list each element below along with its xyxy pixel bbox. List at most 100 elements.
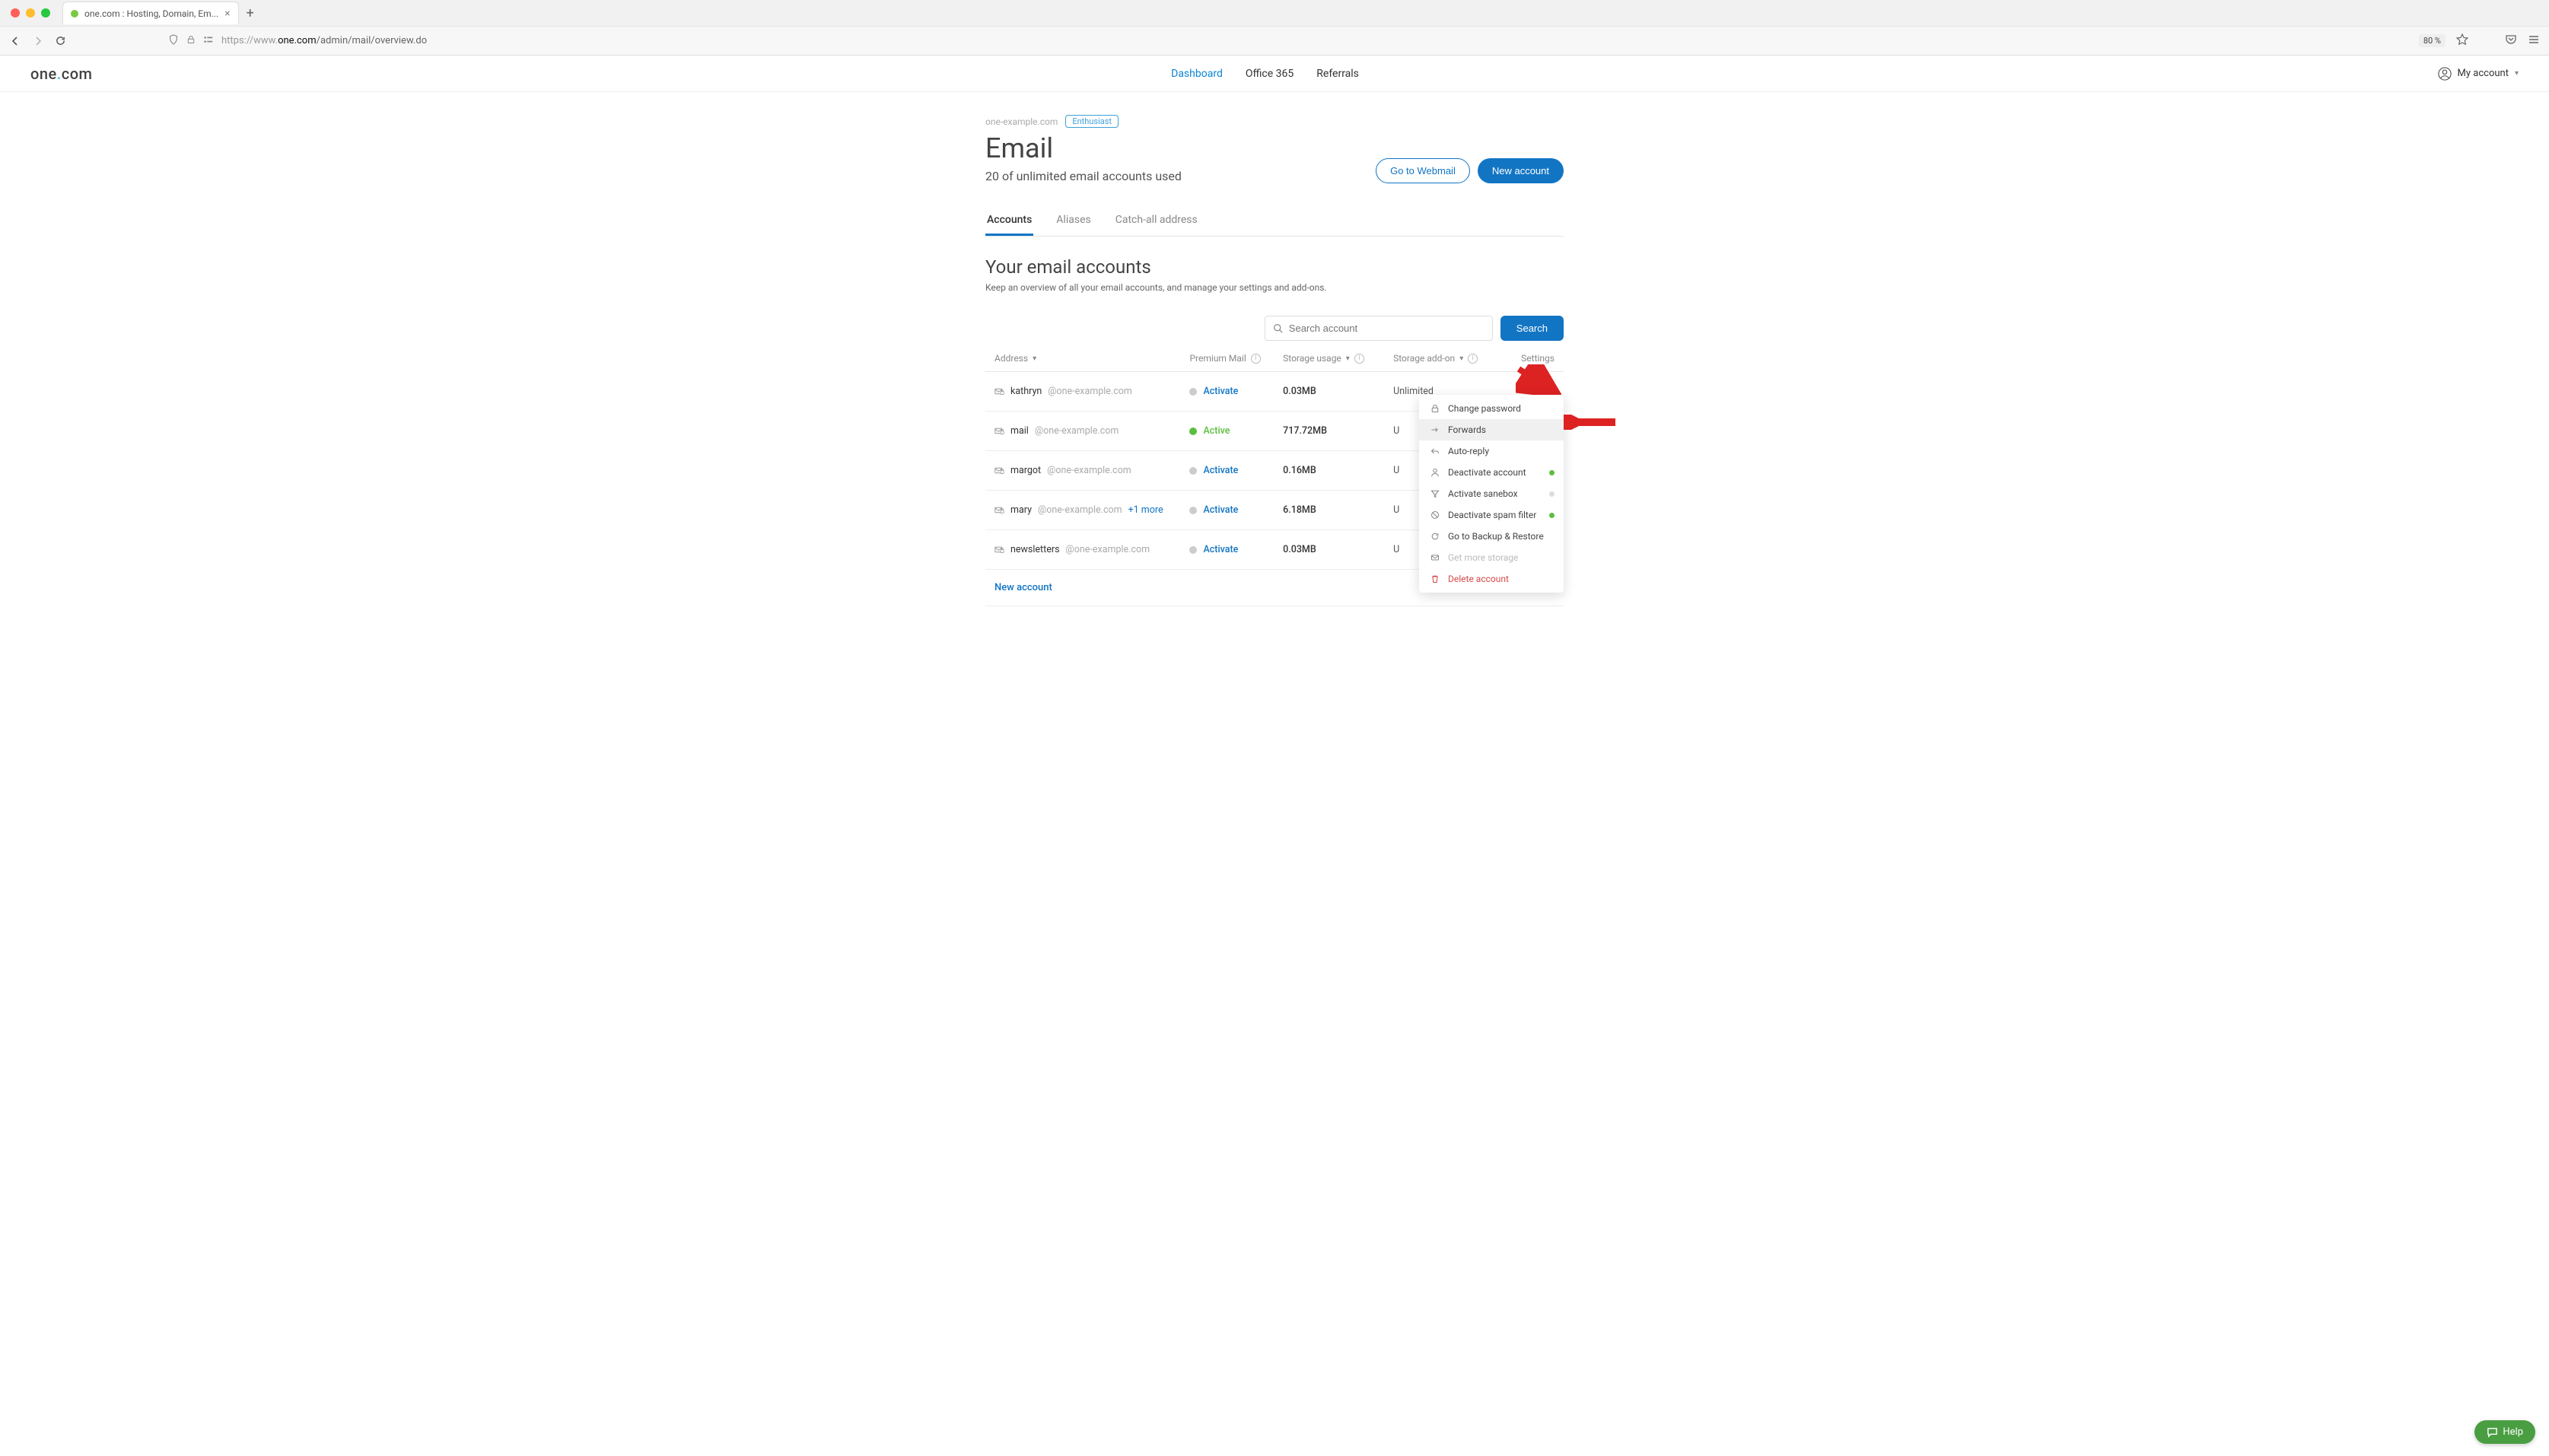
address-cell: mail@one-example.com bbox=[994, 425, 1189, 437]
chat-icon bbox=[2487, 1426, 2498, 1438]
pocket-icon[interactable] bbox=[2505, 33, 2517, 49]
main-nav: Dashboard Office 365 Referrals bbox=[1171, 68, 1359, 80]
back-button[interactable] bbox=[9, 35, 21, 47]
search-input[interactable] bbox=[1289, 323, 1485, 334]
maximize-window-button[interactable] bbox=[41, 8, 50, 17]
premium-label: Active bbox=[1203, 425, 1230, 437]
menu-icon[interactable] bbox=[2528, 33, 2540, 49]
nav-office365[interactable]: Office 365 bbox=[1246, 68, 1294, 80]
premium-label: Activate bbox=[1203, 386, 1238, 397]
chevron-down-icon: ▾ bbox=[1459, 354, 1463, 363]
usage-cell: 6.18MB bbox=[1283, 504, 1393, 516]
tab-aliases[interactable]: Aliases bbox=[1055, 206, 1092, 236]
block-icon bbox=[1430, 510, 1440, 520]
logo-text-post: com bbox=[62, 65, 93, 83]
dd-activate-sanebox[interactable]: Activate sanebox bbox=[1419, 483, 1564, 504]
domain-name: one-example.com bbox=[985, 116, 1058, 127]
close-window-button[interactable] bbox=[11, 8, 20, 17]
mail-lock-icon bbox=[994, 505, 1004, 515]
nav-referrals[interactable]: Referrals bbox=[1316, 68, 1359, 80]
dd-delete-account[interactable]: Delete account bbox=[1419, 568, 1564, 590]
page-title: Email bbox=[985, 132, 1182, 164]
address-domain: @one-example.com bbox=[1047, 465, 1131, 476]
dd-deactivate-spam[interactable]: Deactivate spam filter bbox=[1419, 504, 1564, 526]
status-dot bbox=[1189, 428, 1197, 435]
logo-text-pre: one bbox=[30, 65, 57, 83]
nav-dashboard[interactable]: Dashboard bbox=[1171, 68, 1223, 80]
premium-cell[interactable]: Active bbox=[1189, 425, 1283, 437]
dd-backup-restore[interactable]: Go to Backup & Restore bbox=[1419, 526, 1564, 547]
browser-chrome: one.com : Hosting, Domain, Em... × + htt… bbox=[0, 0, 2549, 56]
tab-catchall[interactable]: Catch-all address bbox=[1114, 206, 1199, 236]
premium-cell[interactable]: Activate bbox=[1189, 386, 1283, 397]
dd-get-storage: Get more storage bbox=[1419, 547, 1564, 568]
mail-lock-icon bbox=[994, 466, 1004, 475]
url-text: https://www.one.com/admin/mail/overview.… bbox=[221, 35, 427, 46]
premium-cell[interactable]: Activate bbox=[1189, 465, 1283, 476]
address-local: kathryn bbox=[1010, 386, 1042, 397]
minimize-window-button[interactable] bbox=[26, 8, 35, 17]
usage-cell: 717.72MB bbox=[1283, 425, 1393, 437]
account-menu[interactable]: My account ▾ bbox=[2438, 67, 2519, 81]
premium-cell[interactable]: Activate bbox=[1189, 544, 1283, 555]
col-address[interactable]: Address ▾ bbox=[994, 353, 1189, 364]
info-icon[interactable]: i bbox=[1354, 354, 1364, 364]
new-account-button[interactable]: New account bbox=[1478, 158, 1564, 183]
browser-tab[interactable]: one.com : Hosting, Domain, Em... × bbox=[62, 2, 239, 24]
close-tab-icon[interactable]: × bbox=[224, 8, 230, 20]
user-icon bbox=[1430, 468, 1440, 477]
premium-cell[interactable]: Activate bbox=[1189, 504, 1283, 516]
status-dot bbox=[1189, 467, 1197, 475]
page-content: one-example.com Enthusiast Email 20 of u… bbox=[985, 92, 1564, 652]
info-icon[interactable]: i bbox=[1251, 354, 1261, 364]
status-dot bbox=[1189, 388, 1197, 396]
dd-auto-reply[interactable]: Auto-reply bbox=[1419, 440, 1564, 462]
window-controls bbox=[11, 8, 50, 17]
new-tab-button[interactable]: + bbox=[247, 5, 254, 21]
breadcrumb: one-example.com Enthusiast bbox=[985, 115, 1564, 128]
col-usage[interactable]: Storage usage ▾ i bbox=[1283, 353, 1393, 364]
arrow-right-icon bbox=[1430, 425, 1440, 434]
zoom-level[interactable]: 80 % bbox=[2419, 34, 2446, 47]
more-link[interactable]: +1 more bbox=[1128, 504, 1163, 516]
mail-lock-icon bbox=[994, 426, 1004, 436]
logo[interactable]: one.com bbox=[30, 65, 92, 83]
envelope-icon bbox=[1430, 553, 1440, 562]
app-header: one.com Dashboard Office 365 Referrals M… bbox=[0, 56, 2549, 92]
usage-cell: 0.03MB bbox=[1283, 386, 1393, 397]
section-title: Your email accounts bbox=[985, 256, 1564, 278]
tab-accounts[interactable]: Accounts bbox=[985, 206, 1033, 236]
col-settings: Settings bbox=[1504, 353, 1555, 364]
dd-forwards[interactable]: Forwards bbox=[1419, 419, 1564, 440]
info-icon[interactable]: i bbox=[1468, 354, 1478, 364]
premium-label: Activate bbox=[1203, 465, 1238, 476]
annotation-arrow bbox=[1564, 415, 1618, 432]
mail-lock-icon bbox=[994, 386, 1004, 396]
reply-icon bbox=[1430, 447, 1440, 456]
address-domain: @one-example.com bbox=[1038, 504, 1122, 516]
bookmark-icon[interactable] bbox=[2456, 33, 2468, 49]
help-button[interactable]: Help bbox=[2474, 1420, 2535, 1444]
premium-label: Activate bbox=[1203, 504, 1238, 516]
address-local: newsletters bbox=[1010, 544, 1060, 555]
col-addon[interactable]: Storage add-on ▾ i bbox=[1393, 353, 1504, 364]
search-button[interactable]: Search bbox=[1500, 316, 1564, 341]
tabs: Accounts Aliases Catch-all address bbox=[985, 206, 1564, 237]
search-box[interactable] bbox=[1265, 316, 1493, 341]
section-subtitle: Keep an overview of all your email accou… bbox=[985, 282, 1564, 293]
status-dot bbox=[1189, 546, 1197, 554]
go-to-webmail-button[interactable]: Go to Webmail bbox=[1376, 158, 1470, 183]
dd-change-password[interactable]: Change password bbox=[1419, 398, 1564, 419]
dd-deactivate-account[interactable]: Deactivate account bbox=[1419, 462, 1564, 483]
trash-icon bbox=[1430, 574, 1440, 583]
status-dot-icon bbox=[1549, 470, 1555, 475]
refresh-icon bbox=[1430, 532, 1440, 541]
address-bar: https://www.one.com/admin/mail/overview.… bbox=[0, 26, 2549, 55]
status-dot-icon bbox=[1549, 491, 1555, 497]
forward-button[interactable] bbox=[32, 35, 44, 47]
chevron-down-icon: ▾ bbox=[2515, 69, 2519, 78]
filter-icon bbox=[1430, 489, 1440, 498]
url-box[interactable]: https://www.one.com/admin/mail/overview.… bbox=[168, 34, 2408, 48]
reload-button[interactable] bbox=[55, 35, 66, 46]
page-subtitle: 20 of unlimited email accounts used bbox=[985, 169, 1182, 183]
